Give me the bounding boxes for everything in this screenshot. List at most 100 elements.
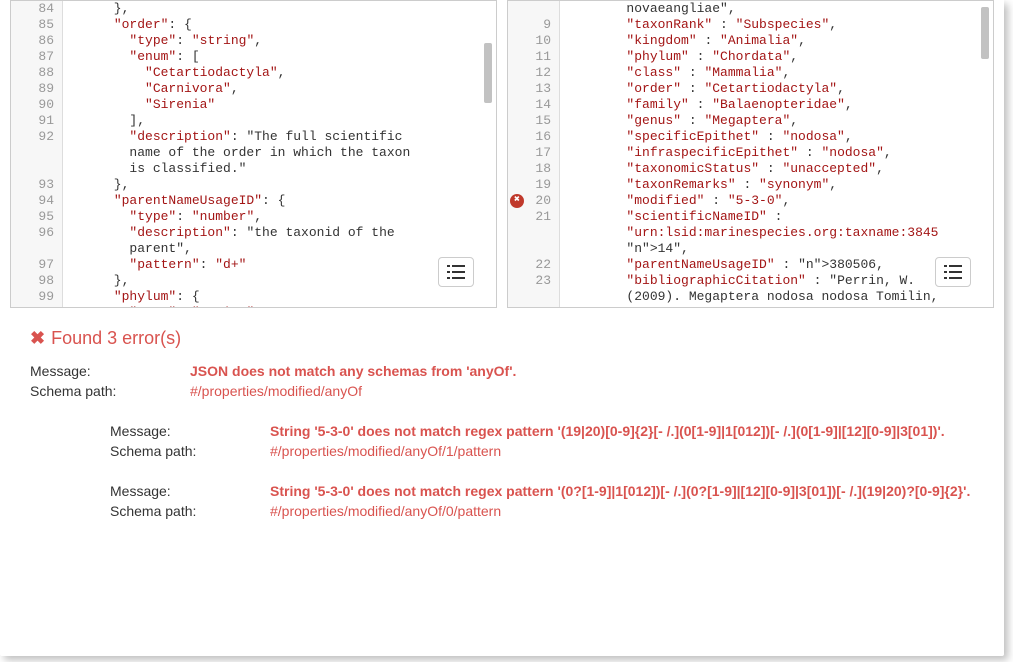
line-number: 86 bbox=[11, 33, 62, 49]
schema-editor[interactable]: 84858687888990919293949596979899100 }, "… bbox=[10, 0, 497, 308]
code-line[interactable]: "scientificNameID" : bbox=[564, 209, 989, 225]
code-line[interactable]: }, bbox=[67, 1, 492, 17]
code-line[interactable]: "parentNameUsageID": { bbox=[67, 193, 492, 209]
line-number: 10 bbox=[508, 33, 559, 49]
code-line[interactable]: }, bbox=[67, 177, 492, 193]
line-number bbox=[11, 161, 62, 177]
validation-results: ✖ Found 3 error(s) Message: JSON does no… bbox=[0, 308, 1004, 656]
code-line[interactable]: "description": "the taxonid of the bbox=[67, 225, 492, 241]
code-line[interactable]: "kingdom" : "Animalia", bbox=[564, 33, 989, 49]
code-line[interactable]: "family" : "Balaenopteridae", bbox=[564, 97, 989, 113]
schema-path-label: Schema path: bbox=[30, 383, 190, 399]
line-number: 18 bbox=[508, 161, 559, 177]
list-icon bbox=[944, 265, 962, 279]
schema-path-value: #/properties/modified/anyOf/0/pattern bbox=[270, 503, 974, 519]
line-number: 97 bbox=[11, 257, 62, 273]
code-line[interactable]: "order" : "Cetartiodactyla", bbox=[564, 81, 989, 97]
line-number: 12 bbox=[508, 65, 559, 81]
line-number bbox=[508, 1, 559, 17]
code-line[interactable]: "taxonRank" : "Subspecies", bbox=[564, 17, 989, 33]
message-label: Message: bbox=[30, 363, 190, 379]
code-line[interactable]: "order": { bbox=[67, 17, 492, 33]
code-line[interactable]: "specificEpithet" : "nodosa", bbox=[564, 129, 989, 145]
code-line[interactable]: "urn:lsid:marinespecies.org:taxname:3845 bbox=[564, 225, 989, 241]
line-number: 19 bbox=[508, 177, 559, 193]
line-number: 23 bbox=[508, 273, 559, 289]
message-value: String '5-3-0' does not match regex patt… bbox=[270, 483, 974, 499]
code-line[interactable]: }, bbox=[67, 273, 492, 289]
code-line[interactable]: "taxonomicStatus" : "unaccepted", bbox=[564, 161, 989, 177]
code-left[interactable]: }, "order": { "type": "string", "enum": … bbox=[63, 1, 496, 307]
message-value: String '5-3-0' does not match regex patt… bbox=[270, 423, 974, 439]
line-number: 85 bbox=[11, 17, 62, 33]
line-number: 89 bbox=[11, 81, 62, 97]
line-number: 92 bbox=[11, 129, 62, 145]
line-number: 96 bbox=[11, 225, 62, 241]
validation-header: ✖ Found 3 error(s) bbox=[30, 328, 974, 349]
code-line[interactable]: ], bbox=[67, 113, 492, 129]
code-line[interactable]: "genus" : "Megaptera", bbox=[564, 113, 989, 129]
line-number: 91 bbox=[11, 113, 62, 129]
code-line[interactable]: "Sirenia" bbox=[67, 97, 492, 113]
line-number: 94 bbox=[11, 193, 62, 209]
instance-editor[interactable]: 91011121314151617181920✖212223 novaeangl… bbox=[507, 0, 994, 308]
validation-header-text: Found 3 error(s) bbox=[51, 328, 181, 349]
code-line[interactable]: "n">14", bbox=[564, 241, 989, 257]
code-line[interactable]: (2009). Megaptera nodosa nodosa Tomilin, bbox=[564, 289, 989, 305]
nested-error: Message:String '5-3-0' does not match re… bbox=[110, 423, 974, 459]
gutter-left: 84858687888990919293949596979899100 bbox=[11, 1, 63, 307]
error-icon: ✖ bbox=[510, 194, 524, 208]
editor-panes: 84858687888990919293949596979899100 }, "… bbox=[0, 0, 1004, 308]
line-number: 90 bbox=[11, 97, 62, 113]
code-line[interactable]: "bibliographicCitation" : "Perrin, W. bbox=[564, 273, 989, 289]
code-line[interactable]: "type": "number", bbox=[67, 209, 492, 225]
list-button-right[interactable] bbox=[935, 257, 971, 287]
line-number bbox=[11, 145, 62, 161]
code-line[interactable]: "parentNameUsageID" : "n">380506, bbox=[564, 257, 989, 273]
code-line[interactable]: "type": "string" bbox=[67, 305, 492, 307]
code-line[interactable]: "modified" : "5-3-0", bbox=[564, 193, 989, 209]
line-number: 9 bbox=[508, 17, 559, 33]
code-line[interactable]: "description": "The full scientific bbox=[67, 129, 492, 145]
top-error: Message: JSON does not match any schemas… bbox=[30, 363, 974, 399]
code-line[interactable]: "phylum": { bbox=[67, 289, 492, 305]
line-number bbox=[508, 225, 559, 241]
line-number: 14 bbox=[508, 97, 559, 113]
line-number: 88 bbox=[11, 65, 62, 81]
line-number: 87 bbox=[11, 49, 62, 65]
scroll-thumb-left[interactable] bbox=[484, 43, 492, 103]
code-line[interactable]: name of the order in which the taxon bbox=[67, 145, 492, 161]
code-line[interactable]: "type": "string", bbox=[67, 33, 492, 49]
scroll-thumb-right[interactable] bbox=[981, 7, 989, 59]
list-button-left[interactable] bbox=[438, 257, 474, 287]
code-line[interactable]: "class" : "Mammalia", bbox=[564, 65, 989, 81]
message-value: JSON does not match any schemas from 'an… bbox=[190, 363, 974, 379]
list-icon bbox=[447, 265, 465, 279]
line-number bbox=[508, 241, 559, 257]
scrollbar-right[interactable] bbox=[979, 3, 991, 305]
scrollbar-left[interactable] bbox=[482, 3, 494, 305]
code-line[interactable]: "enum": [ bbox=[67, 49, 492, 65]
code-line[interactable]: "Cetartiodactyla", bbox=[67, 65, 492, 81]
line-number: 11 bbox=[508, 49, 559, 65]
line-number: 93 bbox=[11, 177, 62, 193]
code-line[interactable]: "taxonRemarks" : "synonym", bbox=[564, 177, 989, 193]
app-window: 84858687888990919293949596979899100 }, "… bbox=[0, 0, 1004, 656]
line-number: 84 bbox=[11, 1, 62, 17]
line-number bbox=[508, 289, 559, 305]
schema-path-label: Schema path: bbox=[110, 443, 270, 459]
code-line[interactable]: parent", bbox=[67, 241, 492, 257]
line-number: 15 bbox=[508, 113, 559, 129]
nested-error: Message:String '5-3-0' does not match re… bbox=[110, 483, 974, 519]
code-line[interactable]: "pattern": "d+" bbox=[67, 257, 492, 273]
code-line[interactable]: "Carnivora", bbox=[67, 81, 492, 97]
code-line[interactable]: is classified." bbox=[67, 161, 492, 177]
line-number: 95 bbox=[11, 209, 62, 225]
code-line[interactable]: "infraspecificEpithet" : "nodosa", bbox=[564, 145, 989, 161]
code-right[interactable]: novaeangliae", "taxonRank" : "Subspecies… bbox=[560, 1, 993, 307]
line-number: 22 bbox=[508, 257, 559, 273]
code-line[interactable]: novaeangliae", bbox=[564, 1, 989, 17]
line-number: 99 bbox=[11, 289, 62, 305]
line-number: 21 bbox=[508, 209, 559, 225]
code-line[interactable]: "phylum" : "Chordata", bbox=[564, 49, 989, 65]
